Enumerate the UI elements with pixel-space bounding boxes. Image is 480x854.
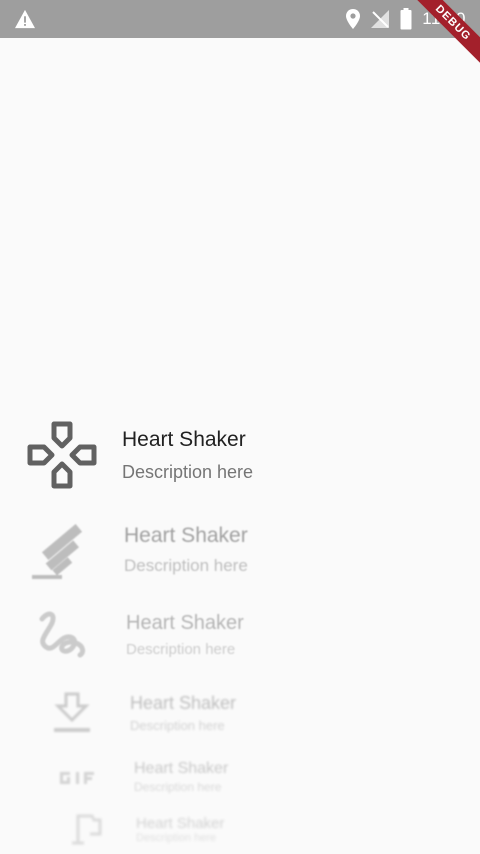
list-item[interactable]: Heart Shaker Description here	[56, 758, 228, 796]
app-screen: 11:30 DEBUG Heart Shaker Description her…	[0, 0, 480, 854]
list-item[interactable]: Heart Shaker Description here	[66, 812, 224, 846]
flag-icon	[66, 812, 106, 846]
list-item-description: Description here	[130, 718, 225, 733]
list-item-description: Description here	[126, 641, 236, 658]
list-item-description: Description here	[134, 780, 222, 794]
list-item[interactable]: Heart Shaker Description here	[26, 420, 253, 490]
list-item[interactable]: Heart Shaker Description here	[26, 515, 248, 585]
item-list: Heart Shaker Description here Heart Shak…	[0, 0, 480, 854]
list-item[interactable]: Heart Shaker Description here	[32, 605, 244, 665]
list-item-description: Description here	[136, 831, 217, 844]
list-item-title: Heart Shaker	[126, 612, 244, 634]
list-item-title: Heart Shaker	[124, 524, 248, 547]
list-item-title: Heart Shaker	[136, 814, 225, 832]
gif-icon	[56, 758, 102, 796]
gamepad-icon	[26, 420, 98, 490]
download-icon	[46, 688, 98, 738]
list-item-description: Description here	[122, 461, 254, 482]
gesture-icon	[32, 605, 94, 665]
list-item-title: Heart Shaker	[130, 693, 237, 713]
list-item-description: Description here	[124, 556, 248, 575]
satellite-icon	[26, 515, 98, 585]
list-item-title: Heart Shaker	[122, 427, 246, 451]
list-item-title: Heart Shaker	[134, 760, 229, 777]
list-item[interactable]: Heart Shaker Description here	[46, 688, 236, 738]
